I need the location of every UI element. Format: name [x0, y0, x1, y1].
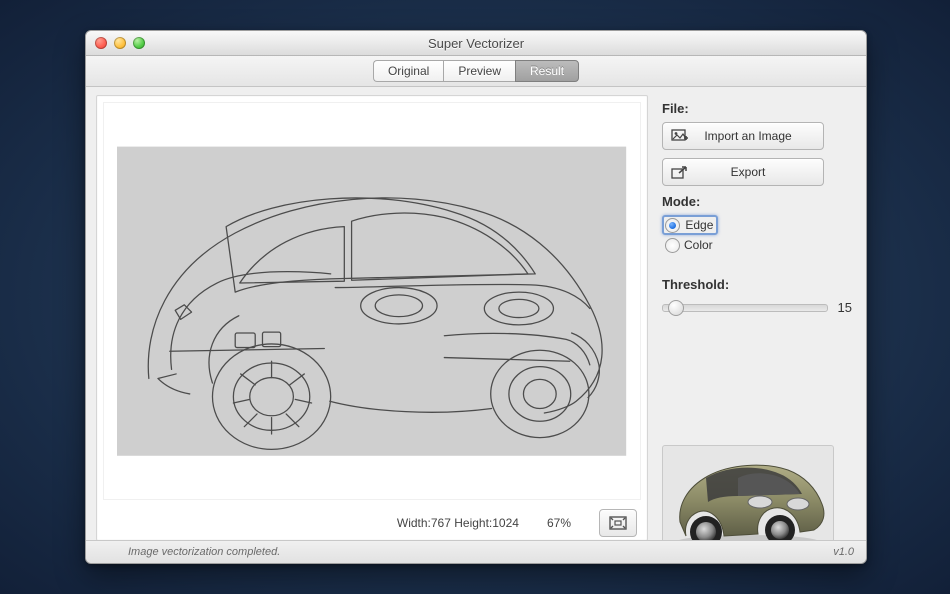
dimensions-label: Width:767 Height:1024 — [397, 516, 519, 530]
threshold-section-label: Threshold: — [662, 277, 852, 292]
import-image-icon — [669, 129, 691, 143]
mode-color-row[interactable]: Color — [665, 235, 852, 255]
minimize-icon[interactable] — [114, 37, 126, 49]
threshold-value: 15 — [838, 300, 852, 315]
status-message: Image vectorization completed. — [128, 546, 280, 558]
mode-color-label: Color — [684, 238, 713, 252]
window-title: Super Vectorizer — [86, 36, 866, 51]
canvas-footer: Width:767 Height:1024 67% — [97, 506, 647, 540]
vector-result-image — [117, 123, 626, 479]
mode-edge-row[interactable]: Edge — [662, 215, 852, 235]
status-bar: Image vectorization completed. v1.0 — [86, 540, 866, 563]
tab-preview[interactable]: Preview — [443, 60, 515, 82]
import-image-button[interactable]: Import an Image — [662, 122, 824, 150]
import-label: Import an Image — [691, 129, 823, 143]
app-window: Super Vectorizer Original Preview Result — [85, 30, 867, 564]
export-label: Export — [691, 165, 823, 179]
view-segmented-control: Original Preview Result — [373, 60, 579, 82]
original-thumbnail[interactable] — [662, 445, 834, 555]
close-icon[interactable] — [95, 37, 107, 49]
tab-original[interactable]: Original — [373, 60, 443, 82]
content-area: Width:767 Height:1024 67% File: — [86, 87, 866, 543]
traffic-lights — [95, 37, 145, 49]
mode-section-label: Mode: — [662, 194, 852, 209]
canvas-pane: Width:767 Height:1024 67% — [86, 87, 654, 543]
canvas-viewport[interactable] — [103, 102, 641, 500]
zoom-icon[interactable] — [133, 37, 145, 49]
fit-to-screen-button[interactable] — [599, 509, 637, 537]
side-panel: File: Import an Image Export Mode: Edge — [654, 87, 866, 543]
file-section-label: File: — [662, 101, 852, 116]
zoom-label: 67% — [547, 516, 571, 530]
titlebar[interactable]: Super Vectorizer — [86, 31, 866, 56]
fit-screen-icon — [609, 516, 627, 530]
canvas-surface: Width:767 Height:1024 67% — [96, 95, 648, 541]
export-button[interactable]: Export — [662, 158, 824, 186]
threshold-slider-row: 15 — [662, 300, 852, 315]
radio-color[interactable] — [665, 238, 680, 253]
version-label: v1.0 — [833, 546, 854, 558]
threshold-slider[interactable] — [662, 304, 828, 312]
thumbnail-image — [668, 450, 828, 550]
toolbar: Original Preview Result — [86, 56, 866, 87]
export-icon — [669, 165, 691, 179]
mode-edge-label: Edge — [685, 218, 713, 232]
tab-result[interactable]: Result — [515, 60, 579, 82]
slider-thumb[interactable] — [668, 300, 684, 316]
radio-edge[interactable] — [665, 218, 680, 233]
